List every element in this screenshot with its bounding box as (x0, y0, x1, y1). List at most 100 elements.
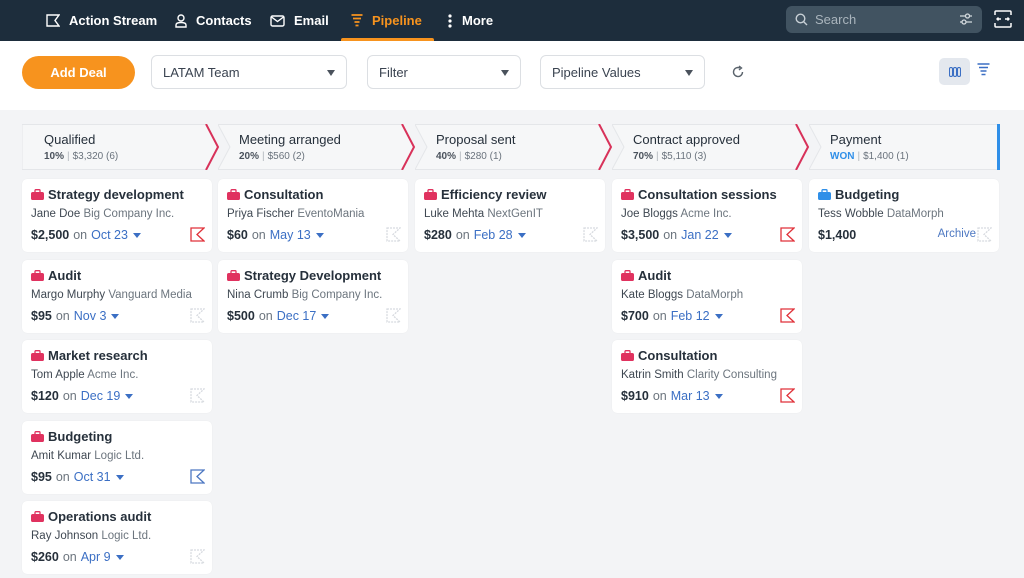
deal-close-date[interactable]: Feb 28 (474, 228, 526, 242)
deal-person[interactable]: Jane Doe (31, 208, 80, 220)
deal-date-prefix: on (258, 308, 273, 323)
pipeline-toolbar: Add Deal LATAM Team Filter Pipeline Valu… (0, 41, 1024, 110)
deal-title-text: Market research (48, 348, 148, 363)
deal-card[interactable]: Audit Kate Bloggs DataMorph $700 on Feb 12 (612, 259, 802, 333)
flag-icon[interactable] (386, 307, 401, 323)
deal-card[interactable]: Budgeting Tess Wobble DataMorph $1,400 Arch… (809, 179, 999, 252)
deal-value: $95 (31, 469, 52, 484)
deal-card[interactable]: Strategy Development Nina Crumb Big Compa… (218, 259, 408, 333)
nav-contacts[interactable]: Contacts (175, 0, 252, 41)
chevron-down-icon (685, 70, 693, 76)
stage-header[interactable]: Meeting arranged 20% | $560 (2) (218, 124, 416, 170)
deal-card[interactable]: Audit Margo Murphy Vanguard Media $95 on Nov… (22, 259, 212, 333)
deal-card[interactable]: Consultation Katrin Smith Clarity Consult… (612, 340, 802, 413)
deal-organization[interactable]: Vanguard Media (108, 289, 192, 301)
deal-organization[interactable]: NextGenIT (487, 208, 543, 220)
flag-icon[interactable] (780, 307, 795, 323)
deal-person[interactable]: Tess Wobble (818, 208, 884, 220)
deal-organization[interactable]: DataMorph (686, 289, 743, 301)
deal-organization[interactable]: Acme Inc. (87, 369, 138, 381)
nav-email[interactable]: Email (270, 0, 329, 41)
board-view-button[interactable] (939, 58, 970, 85)
deal-person[interactable]: Priya Fischer (227, 208, 294, 220)
briefcase-icon (227, 269, 240, 281)
deal-value: $95 (31, 308, 52, 323)
deal-person[interactable]: Amit Kumar (31, 450, 91, 462)
stage-won-marker (997, 124, 1000, 170)
deal-organization[interactable]: DataMorph (887, 208, 944, 220)
deal-person[interactable]: Tom Apple (31, 369, 85, 381)
deal-person[interactable]: Margo Murphy (31, 289, 105, 301)
deal-person[interactable]: Katrin Smith (621, 369, 684, 381)
flag-icon[interactable] (190, 388, 205, 403)
briefcase-icon (621, 350, 634, 361)
stage-probability: 20% (239, 151, 260, 162)
deal-card[interactable]: Operations audit Ray Johnson Logic Ltd. $2… (22, 501, 212, 574)
stage-header[interactable]: Contract approved 70% | $5,110 (3) (612, 124, 810, 170)
briefcase-icon (424, 189, 437, 200)
deal-organization[interactable]: Big Company Inc. (83, 208, 174, 220)
deal-close-date[interactable]: Dec 17 (277, 309, 330, 323)
expand-icon[interactable] (993, 9, 1013, 29)
deal-close-date[interactable]: Dec 19 (81, 389, 134, 403)
deal-organization[interactable]: Logic Ltd. (94, 450, 144, 462)
search-filter-icon[interactable] (959, 12, 973, 26)
flag-icon[interactable] (190, 549, 205, 564)
deal-title-text: Strategy development (48, 187, 184, 202)
nav-pipeline[interactable]: Pipeline (341, 0, 434, 41)
chevron-down-icon (315, 233, 324, 239)
deal-close-date[interactable]: Apr 9 (81, 550, 124, 564)
pipeline-values-select[interactable]: Pipeline Values (540, 55, 705, 89)
deal-close-date[interactable]: Nov 3 (74, 309, 120, 323)
deal-title: Strategy development (31, 187, 184, 202)
deal-title: Audit (31, 268, 81, 283)
flag-icon[interactable] (190, 468, 205, 484)
deal-title-text: Strategy Development (244, 267, 382, 283)
deal-date-prefix: on (73, 228, 88, 242)
deal-close-date[interactable]: Feb 12 (671, 309, 723, 323)
deal-close-date[interactable]: Oct 23 (91, 228, 141, 242)
nav-action-stream[interactable]: Action Stream (46, 0, 157, 41)
briefcase-icon (621, 189, 634, 200)
deal-person[interactable]: Kate Bloggs (621, 289, 683, 301)
deal-person[interactable]: Joe Bloggs (621, 208, 678, 220)
deal-close-date[interactable]: Jan 22 (681, 228, 732, 242)
deal-close-date[interactable]: May 13 (270, 228, 324, 242)
nav-more[interactable]: More (447, 0, 493, 41)
deal-card[interactable]: Budgeting Amit Kumar Logic Ltd. $95 on Oct 3… (22, 420, 212, 494)
deal-card[interactable]: Strategy development Jane Doe Big Company… (22, 179, 212, 252)
deal-close-date[interactable]: Oct 31 (74, 470, 124, 484)
flag-icon[interactable] (190, 227, 205, 242)
deal-person[interactable]: Ray Johnson (31, 530, 98, 542)
deal-card[interactable]: Consultation Priya Fischer EventoMania $60… (218, 179, 408, 252)
deal-card[interactable]: Consultation sessions Joe Bloggs Acme Inc… (612, 179, 802, 252)
search-input[interactable] (815, 12, 945, 27)
briefcase-icon (621, 269, 634, 281)
deal-person[interactable]: Luke Mehta (424, 208, 484, 220)
flag-icon[interactable] (780, 388, 795, 403)
deal-organization[interactable]: Logic Ltd. (101, 530, 151, 542)
refresh-icon[interactable] (731, 65, 745, 79)
flag-icon[interactable] (386, 227, 401, 242)
stage-header[interactable]: Payment WON | $1,400 (1) (809, 124, 1000, 170)
flag-icon[interactable] (977, 227, 992, 242)
flag-icon[interactable] (583, 227, 598, 242)
deal-close-date[interactable]: Mar 13 (671, 389, 723, 403)
deal-organization[interactable]: Acme Inc. (680, 208, 731, 220)
stage-header[interactable]: Qualified 10% | $3,320 (6) (22, 124, 220, 170)
archive-link[interactable]: Archive (938, 228, 976, 240)
filter-select-value: Filter (379, 64, 408, 80)
add-deal-button[interactable]: Add Deal (22, 56, 135, 89)
filter-select[interactable]: Filter (367, 55, 521, 89)
deal-card[interactable]: Efficiency review Luke Mehta NextGenIT $28… (415, 179, 605, 252)
deal-person[interactable]: Nina Crumb (227, 289, 288, 301)
team-select[interactable]: LATAM Team (151, 55, 347, 89)
deal-organization[interactable]: Big Company Inc. (292, 289, 383, 301)
stage-header[interactable]: Proposal sent 40% | $280 (1) (415, 124, 613, 170)
deal-organization[interactable]: Clarity Consulting (687, 369, 777, 381)
deal-card[interactable]: Market research Tom Apple Acme Inc. $120 on… (22, 340, 212, 413)
funnel-view-icon[interactable] (977, 63, 990, 76)
flag-icon[interactable] (190, 307, 205, 323)
deal-organization[interactable]: EventoMania (297, 208, 364, 220)
flag-icon[interactable] (780, 227, 795, 242)
